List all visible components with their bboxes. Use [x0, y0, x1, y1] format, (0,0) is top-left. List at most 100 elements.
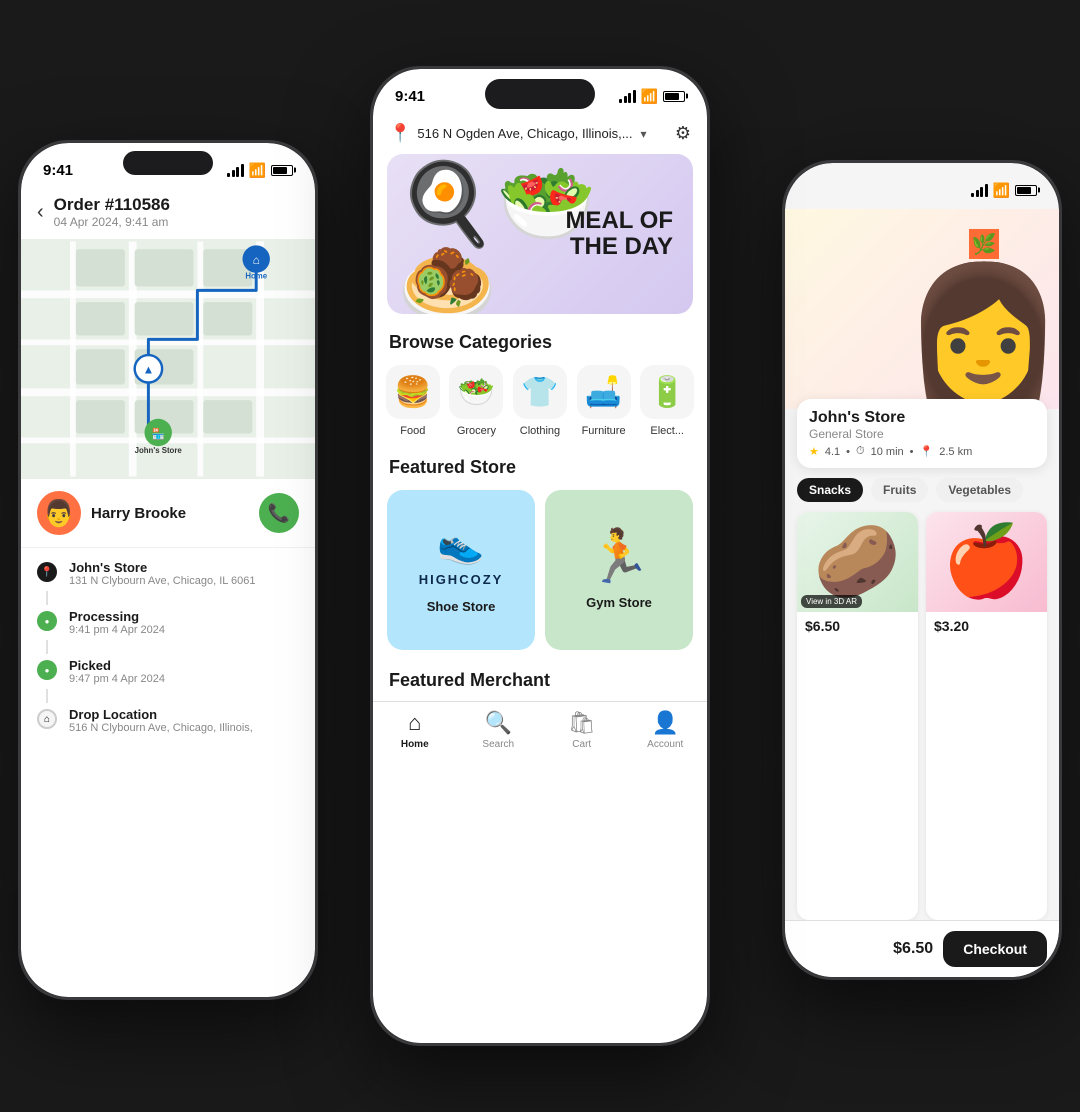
- store-timeline-title: John's Store: [69, 560, 256, 575]
- electronics-category-icon: 🔋: [640, 365, 694, 419]
- store-info-card: John's Store General Store ★ 4.1 • ⏱ 10 …: [797, 399, 1047, 468]
- product-image-2: 🍎: [926, 512, 1047, 612]
- timeline-drop: ⌂ Drop Location 516 N Clybourn Ave, Chic…: [37, 707, 299, 734]
- featured-stores: 👟 HIGHCOZY Shoe Store 🏃 Gym Store: [373, 490, 707, 666]
- svg-text:▲: ▲: [143, 364, 155, 377]
- timeline-line-3: [46, 689, 48, 703]
- product-grid: 🥔 View in 3D AR $6.50 🍎 $3.20: [785, 512, 1059, 920]
- left-phone: 9:41 📶 ‹ Order #110586 04 Apr 2024: [18, 140, 318, 1000]
- cart-nav-label: Cart: [572, 739, 591, 750]
- status-bar-right: 📶: [785, 163, 1059, 209]
- drop-timeline-sub: 516 N Clybourn Ave, Chicago, Illinois,: [69, 722, 253, 734]
- status-time-left: 9:41: [43, 162, 73, 179]
- nav-account[interactable]: 👤 Account: [624, 710, 708, 750]
- status-bar-left: 9:41 📶: [21, 143, 315, 189]
- chip-snacks[interactable]: Snacks: [797, 478, 863, 502]
- category-food[interactable]: 🍔 Food: [383, 365, 443, 437]
- checkout-price: $6.50: [893, 940, 933, 958]
- product-price-2: $3.20: [934, 618, 969, 634]
- store-name: John's Store: [809, 409, 1035, 427]
- processing-timeline-icon: ●: [37, 611, 57, 631]
- star-icon: ★: [809, 445, 819, 458]
- featured-merchant-title: Featured Merchant: [373, 666, 707, 701]
- categories-row: 🍔 Food 🥗 Grocery 👕 Clothing 🛋️ Furniture…: [373, 365, 707, 453]
- store-hero-decoration: 🌿: [969, 229, 999, 259]
- gym-store-icon: 🏃: [587, 531, 652, 583]
- svg-text:🏪: 🏪: [151, 427, 164, 440]
- chip-fruits[interactable]: Fruits: [871, 478, 928, 502]
- store-time: 10 min: [871, 446, 904, 458]
- order-info: Order #110586 04 Apr 2024, 9:41 am: [54, 195, 170, 229]
- account-nav-icon: 👤: [652, 710, 679, 736]
- clothing-category-icon: 👕: [513, 365, 567, 419]
- store-timeline-info: John's Store 131 N Clybourn Ave, Chicago…: [69, 560, 256, 587]
- filter-icon[interactable]: ⚙: [675, 123, 691, 144]
- timeline-line-2: [46, 640, 48, 654]
- signal-icon-right: [971, 184, 988, 197]
- product-card-chips[interactable]: 🥔 View in 3D AR $6.50: [797, 512, 918, 920]
- grocery-category-icon: 🥗: [449, 365, 503, 419]
- ar-badge[interactable]: View in 3D AR: [801, 595, 862, 608]
- meta-separator-1: •: [846, 446, 850, 458]
- chevron-down-icon[interactable]: ▾: [641, 127, 647, 141]
- picked-timeline-title: Picked: [69, 658, 165, 673]
- featured-store-title: Featured Store: [373, 453, 707, 490]
- clothing-category-label: Clothing: [520, 425, 560, 437]
- processing-timeline-sub: 9:41 pm 4 Apr 2024: [69, 624, 165, 636]
- right-phone: 📶 👩 🌿 John's Store General Store ★ 4.1 •…: [782, 160, 1062, 980]
- food-category-label: Food: [400, 425, 425, 437]
- category-chips: Snacks Fruits Vegetables: [785, 468, 1059, 512]
- map-area: ⌂ Home ▲ 🏪 John's Store: [21, 239, 315, 479]
- delivery-avatar: 👨: [37, 491, 81, 535]
- location-bar[interactable]: 📍 516 N Ogden Ave, Chicago, Illinois,...…: [373, 115, 707, 154]
- chip-vegetables[interactable]: Vegetables: [936, 478, 1023, 502]
- category-electronics[interactable]: 🔋 Elect...: [637, 365, 697, 437]
- category-grocery[interactable]: 🥗 Grocery: [447, 365, 507, 437]
- furniture-category-label: Furniture: [582, 425, 626, 437]
- order-header: ‹ Order #110586 04 Apr 2024, 9:41 am: [21, 189, 315, 239]
- store-hero: 👩 🌿: [785, 209, 1059, 409]
- home-nav-icon: ⌂: [408, 710, 421, 736]
- product-card-2[interactable]: 🍎 $3.20: [926, 512, 1047, 920]
- product-price: $6.50: [805, 618, 840, 634]
- dynamic-island: [485, 79, 595, 109]
- store-hero-figure: 👩: [902, 256, 1059, 409]
- signal-icon: [619, 90, 636, 103]
- timeline-line-1: [46, 591, 48, 605]
- nav-home[interactable]: ⌂ Home: [373, 710, 457, 750]
- checkout-bar: $6.50 Checkout: [785, 920, 1059, 977]
- nav-search[interactable]: 🔍 Search: [457, 710, 541, 750]
- call-button[interactable]: 📞: [259, 493, 299, 533]
- order-timeline: 📍 John's Store 131 N Clybourn Ave, Chica…: [21, 548, 315, 997]
- cart-nav-icon: 🛍: [568, 710, 596, 736]
- location-left[interactable]: 📍 516 N Ogden Ave, Chicago, Illinois,...…: [389, 123, 647, 144]
- search-nav-label: Search: [482, 739, 514, 750]
- battery-icon-right: [1015, 185, 1037, 196]
- picked-timeline-info: Picked 9:47 pm 4 Apr 2024: [69, 658, 165, 685]
- wifi-icon: 📶: [641, 88, 658, 105]
- dynamic-island-left: [123, 151, 213, 175]
- browse-categories-title: Browse Categories: [373, 328, 707, 365]
- svg-text:Home: Home: [245, 272, 267, 281]
- drop-timeline-title: Drop Location: [69, 707, 253, 722]
- shoe-store-card[interactable]: 👟 HIGHCOZY Shoe Store: [387, 490, 535, 650]
- category-furniture[interactable]: 🛋️ Furniture: [574, 365, 634, 437]
- nav-cart[interactable]: 🛍 Cart: [540, 710, 624, 750]
- checkout-button[interactable]: Checkout: [943, 931, 1047, 967]
- map-svg: ⌂ Home ▲ 🏪 John's Store: [21, 239, 315, 479]
- location-icon-right: 📍: [920, 445, 934, 458]
- clock-icon: ⏱: [856, 445, 865, 458]
- timeline-processing: ● Processing 9:41 pm 4 Apr 2024: [37, 609, 299, 636]
- processing-timeline-info: Processing 9:41 pm 4 Apr 2024: [69, 609, 165, 636]
- store-type: General Store: [809, 427, 1035, 441]
- back-button[interactable]: ‹: [37, 201, 44, 224]
- banner-title: MEAL OF THE DAY: [565, 208, 673, 261]
- drop-timeline-info: Drop Location 516 N Clybourn Ave, Chicag…: [69, 707, 253, 734]
- timeline-store: 📍 John's Store 131 N Clybourn Ave, Chica…: [37, 560, 299, 587]
- gym-store-card[interactable]: 🏃 Gym Store: [545, 490, 693, 650]
- order-date: 04 Apr 2024, 9:41 am: [54, 215, 170, 229]
- store-timeline-icon: 📍: [37, 562, 57, 582]
- category-clothing[interactable]: 👕 Clothing: [510, 365, 570, 437]
- status-icons-center: 📶: [619, 88, 685, 105]
- signal-icon-left: [227, 164, 244, 177]
